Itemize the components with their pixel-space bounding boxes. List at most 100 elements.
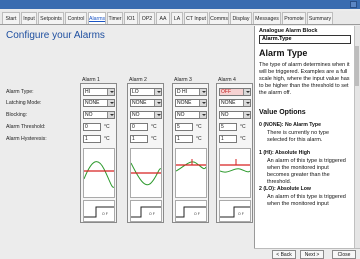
output-step-line: [176, 206, 206, 218]
tab-promote[interactable]: Promote: [282, 12, 306, 24]
alarm-hysteresis-input[interactable]: 1: [130, 135, 148, 143]
tab-setpoints[interactable]: Setpoints: [38, 12, 64, 24]
title-bar: [0, 0, 360, 9]
tab-input[interactable]: Input: [21, 12, 37, 24]
back-button[interactable]: < Back: [272, 250, 296, 259]
chevron-down-icon[interactable]: [199, 112, 206, 118]
close-button[interactable]: Close: [332, 250, 356, 259]
help-heading: Alarm Type: [259, 48, 308, 58]
alarm-threshold-input[interactable]: 5: [219, 123, 237, 131]
alarm-latching-value: NONE: [132, 100, 147, 106]
help-field-name: Alarm.Type: [259, 35, 351, 44]
alarm-type-value: OFF: [221, 89, 231, 95]
tab-alarms[interactable]: Alarms: [88, 12, 106, 24]
tab-display[interactable]: Display: [230, 12, 252, 24]
alarm-type-select[interactable]: OFF: [219, 88, 251, 96]
alarm-blocking-select[interactable]: NO: [175, 111, 207, 119]
help-option-title: 1 (HI): Absolute High: [259, 150, 311, 156]
alarm-threshold-input[interactable]: 0: [83, 123, 101, 131]
alarm-type-select[interactable]: D HI: [175, 88, 207, 96]
alarm-hysteresis-input[interactable]: 1: [83, 135, 101, 143]
tab-messages[interactable]: Messages: [253, 12, 281, 24]
alarm-latching-select[interactable]: NONE: [130, 99, 162, 107]
alarm-latching-select[interactable]: NONE: [219, 99, 251, 107]
output-state-graph: O F: [219, 200, 251, 222]
app-window: Start Input Setpoints Control Alarms Timer IO1…: [0, 0, 360, 259]
alarm-blocking-value: NO: [221, 112, 229, 118]
chevron-down-icon[interactable]: [107, 89, 114, 95]
help-option-body: An alarm of this type is triggered when …: [267, 158, 346, 185]
alarm-type-value: HI: [85, 89, 90, 95]
tab-control[interactable]: Control: [65, 12, 87, 24]
tab-op2[interactable]: OP2: [139, 12, 155, 24]
output-state-label: O F: [102, 212, 108, 216]
wizard-nav: < Back Next > Close: [254, 248, 360, 259]
tab-summary[interactable]: Summary: [307, 12, 333, 24]
alarm-latching-value: NONE: [177, 100, 192, 106]
alarm-latching-select[interactable]: NONE: [83, 99, 115, 107]
alarm-type-value: LO: [132, 89, 139, 95]
tab-ct-input[interactable]: CT Input: [184, 12, 208, 24]
label-alarm-hysteresis: Alarm Hysteresis:: [6, 136, 47, 142]
alarm-blocking-select[interactable]: NO: [219, 111, 251, 119]
chevron-down-icon[interactable]: [154, 112, 161, 118]
chevron-down-icon[interactable]: [154, 100, 161, 106]
chevron-down-icon[interactable]: [107, 100, 114, 106]
alarm-response-graph: [219, 148, 251, 198]
help-option-body: An alarm of this type is triggered when …: [267, 194, 346, 207]
label-alarm-type: Alarm Type:: [6, 89, 34, 95]
alarm-column: OFF NONE NO 5 °C 1 °C O F: [216, 83, 253, 223]
label-blocking: Blocking:: [6, 112, 28, 118]
unit-label: °C: [196, 124, 202, 130]
process-value-curve: [219, 168, 251, 173]
alarm-column: HI NONE NO 0 °C 1 °C O F: [80, 83, 117, 223]
close-window-icon[interactable]: [350, 1, 357, 8]
alarm-latching-value: NONE: [221, 100, 236, 106]
unit-label: °C: [151, 136, 157, 142]
help-block-title: Analogue Alarm Block: [259, 28, 318, 34]
unit-label: °C: [151, 124, 157, 130]
unit-label: °C: [104, 124, 110, 130]
unit-label: °C: [240, 124, 246, 130]
next-button[interactable]: Next >: [300, 250, 324, 259]
tab-io1[interactable]: IO1: [124, 12, 138, 24]
help-option-title: 2 (LO): Absolute Low: [259, 186, 311, 192]
alarm-hysteresis-input[interactable]: 1: [219, 135, 237, 143]
alarm-response-graph: [83, 148, 115, 198]
chevron-down-icon[interactable]: [199, 89, 206, 95]
alarm-threshold-input[interactable]: 5: [175, 123, 193, 131]
tab-start[interactable]: Start: [2, 12, 20, 24]
help-description: The type of alarm determines when it wil…: [259, 62, 350, 96]
process-value-curve: [130, 162, 162, 186]
chevron-down-icon[interactable]: [154, 89, 161, 95]
page-title: Configure your Alarms: [6, 30, 105, 41]
alarm-latching-select[interactable]: NONE: [175, 99, 207, 107]
chevron-down-icon[interactable]: [243, 100, 250, 106]
alarm-response-graph: [175, 148, 207, 198]
alarm-latching-value: NONE: [85, 100, 100, 106]
tab-comms[interactable]: Comms: [209, 12, 229, 24]
alarm-type-select[interactable]: HI: [83, 88, 115, 96]
help-panel: Analogue Alarm Block Alarm.Type Alarm Ty…: [254, 26, 360, 248]
scrollbar-thumb[interactable]: [355, 46, 359, 86]
help-scrollbar[interactable]: [354, 26, 360, 248]
help-values-heading: Value Options: [259, 109, 306, 116]
alarm-type-select[interactable]: LO: [130, 88, 162, 96]
alarm-column: LO NONE NO 0 °C 1 °C O F: [127, 83, 164, 223]
tab-timer[interactable]: Timer: [107, 12, 123, 24]
alarm-blocking-select[interactable]: NO: [83, 111, 115, 119]
alarm-response-graph: [130, 148, 162, 198]
tab-la[interactable]: LA: [171, 12, 183, 24]
alarm-threshold-input[interactable]: 0: [130, 123, 148, 131]
chevron-down-icon[interactable]: [199, 100, 206, 106]
tab-aa[interactable]: AA: [156, 12, 170, 24]
output-state-label: O F: [238, 212, 244, 216]
process-value-curve: [83, 161, 115, 188]
alarm-blocking-select[interactable]: NO: [130, 111, 162, 119]
alarm-hysteresis-input[interactable]: 1: [175, 135, 193, 143]
chevron-down-icon[interactable]: [107, 112, 114, 118]
chevron-down-icon[interactable]: [243, 112, 250, 118]
alarm-type-value: D HI: [177, 89, 187, 95]
chevron-down-icon[interactable]: [243, 89, 250, 95]
output-state-label: O F: [194, 212, 200, 216]
